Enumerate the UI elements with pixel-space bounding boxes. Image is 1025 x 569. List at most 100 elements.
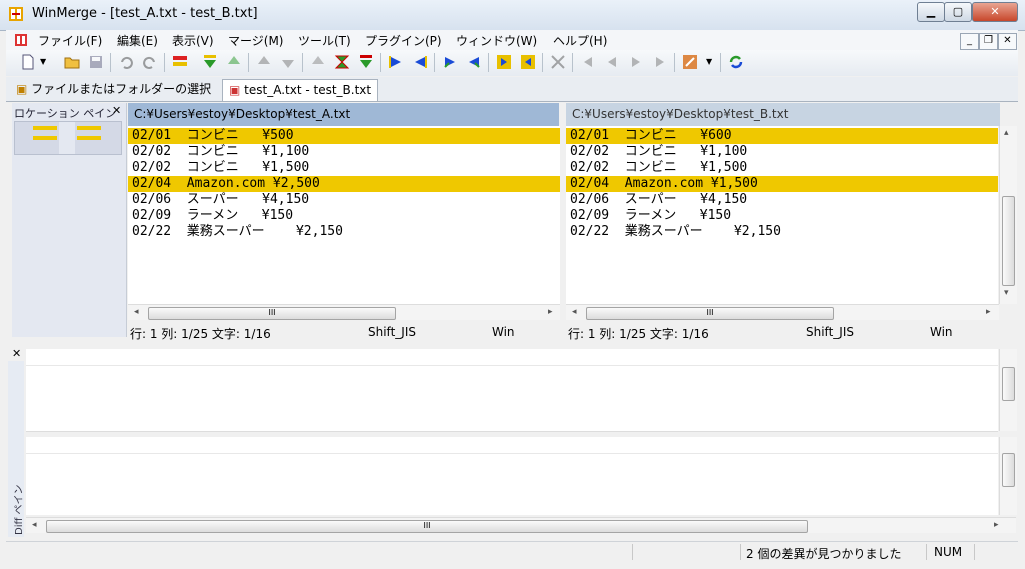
last-diff-icon[interactable] bbox=[280, 54, 296, 70]
scroll-right-icon[interactable]: ▸ bbox=[548, 307, 553, 317]
diff-line[interactable]: 02/04 Amazon.com ¥2,500 bbox=[128, 176, 560, 192]
menu-bar: ファイル(F) 編集(E) 表示(V) マージ(M) ツール(T) プラグイン(… bbox=[6, 30, 1018, 50]
menu-file[interactable]: ファイル(F) bbox=[38, 32, 102, 49]
diff-hscrollbar[interactable]: ◂ III ▸ bbox=[26, 517, 1016, 533]
diff-top-vscrollbar[interactable] bbox=[999, 349, 1017, 431]
diff-line[interactable]: 02/01 コンビニ ¥600 bbox=[566, 128, 998, 144]
diff-bottom-view[interactable] bbox=[26, 437, 998, 515]
options-dropdown-icon[interactable]: ▼ bbox=[706, 57, 712, 66]
next-difference-icon[interactable] bbox=[358, 54, 374, 70]
diff-bars-icon[interactable] bbox=[172, 54, 188, 70]
location-map[interactable] bbox=[14, 121, 122, 155]
diff-line[interactable]: 02/04 Amazon.com ¥1,500 bbox=[566, 176, 998, 192]
diff-pane-close-icon[interactable]: ✕ bbox=[12, 347, 21, 360]
text-line[interactable]: 02/02 コンビニ ¥1,500 bbox=[566, 160, 998, 176]
text-line[interactable]: 02/09 ラーメン ¥150 bbox=[128, 208, 560, 224]
winmerge-app-icon[interactable] bbox=[8, 6, 24, 22]
scroll-down-icon[interactable]: ▾ bbox=[1004, 288, 1009, 298]
menu-plugins[interactable]: プラグイン(P) bbox=[365, 32, 442, 49]
right-hscroll-thumb[interactable]: III bbox=[586, 307, 834, 320]
diff-line[interactable]: 02/01 コンビニ ¥500 bbox=[128, 128, 560, 144]
menu-tools[interactable]: ツール(T) bbox=[298, 32, 351, 49]
maximize-button[interactable]: ▢ bbox=[944, 2, 972, 22]
location-pane-close-icon[interactable]: ✕ bbox=[112, 104, 121, 117]
current-diff-icon[interactable] bbox=[334, 54, 350, 70]
map-right-diff-2 bbox=[77, 136, 101, 140]
right-text[interactable]: 02/01 コンビニ ¥600 02/02 コンビニ ¥1,100 02/02 コン… bbox=[566, 128, 998, 240]
left-text[interactable]: 02/01 コンビニ ¥500 02/02 コンビニ ¥1,100 02/02 コン… bbox=[128, 128, 560, 240]
redo-icon[interactable] bbox=[142, 54, 158, 70]
close-button[interactable]: ✕ bbox=[972, 2, 1018, 22]
save-icon[interactable] bbox=[88, 54, 104, 70]
diff-bottom-vscrollbar[interactable] bbox=[999, 437, 1017, 515]
undo-icon[interactable] bbox=[118, 54, 134, 70]
copy-all-right-icon[interactable] bbox=[496, 54, 512, 70]
text-line[interactable]: 02/09 ラーメン ¥150 bbox=[566, 208, 998, 224]
menu-view[interactable]: 表示(V) bbox=[172, 32, 214, 49]
scroll-left-icon[interactable]: ◂ bbox=[134, 307, 139, 317]
text-line[interactable]: 02/06 スーパー ¥4,150 bbox=[566, 192, 998, 208]
status-separator bbox=[926, 544, 927, 560]
scroll-left-icon[interactable]: ◂ bbox=[572, 307, 577, 317]
scroll-left-icon[interactable]: ◂ bbox=[32, 520, 37, 530]
menu-window[interactable]: ウィンドウ(W) bbox=[456, 32, 537, 49]
diff-top-view[interactable] bbox=[26, 349, 998, 432]
next-diff-down-icon[interactable] bbox=[202, 54, 218, 70]
left-editor[interactable]: 02/01 コンビニ ¥500 02/02 コンビニ ¥1,100 02/02 コン… bbox=[128, 126, 560, 304]
diff-hscroll-thumb[interactable]: III bbox=[46, 520, 808, 533]
first-diff-icon[interactable] bbox=[256, 54, 272, 70]
first-difference-icon[interactable] bbox=[310, 54, 326, 70]
scroll-up-icon[interactable]: ▴ bbox=[1004, 128, 1009, 138]
map-left-diff-1 bbox=[33, 126, 57, 130]
menu-merge[interactable]: マージ(M) bbox=[228, 32, 283, 49]
left-hscrollbar[interactable]: ◂ III ▸ bbox=[128, 304, 560, 320]
right-hscrollbar[interactable]: ◂ III ▸ bbox=[566, 304, 999, 320]
diff-bottom-line bbox=[26, 453, 998, 454]
new-dropdown-icon[interactable]: ▼ bbox=[40, 57, 46, 66]
right-status: 行: 1 列: 1/25 文字: 1/16 Shift_JIS Win bbox=[566, 322, 1018, 341]
new-icon[interactable] bbox=[20, 54, 36, 70]
open-folder-icon[interactable] bbox=[64, 54, 80, 70]
refresh-icon[interactable] bbox=[728, 54, 744, 70]
copy-left-icon[interactable] bbox=[412, 54, 428, 70]
text-line[interactable]: 02/06 スーパー ¥4,150 bbox=[128, 192, 560, 208]
prev-diff-up-icon[interactable] bbox=[226, 54, 242, 70]
left-eol-status: Win bbox=[492, 325, 515, 339]
text-line[interactable]: 02/02 コンビニ ¥1,100 bbox=[566, 144, 998, 160]
copy-right-advance-icon[interactable] bbox=[442, 54, 458, 70]
merge-icon[interactable] bbox=[550, 54, 566, 70]
left-status: 行: 1 列: 1/25 文字: 1/16 Shift_JIS Win bbox=[128, 322, 560, 341]
edit-options-icon[interactable] bbox=[682, 54, 698, 70]
right-editor[interactable]: 02/01 コンビニ ¥600 02/02 コンビニ ¥1,100 02/02 コン… bbox=[566, 126, 998, 304]
diff-top-vscroll-thumb[interactable] bbox=[1002, 367, 1015, 401]
move-left-2-icon[interactable] bbox=[604, 54, 620, 70]
scroll-right-icon[interactable]: ▸ bbox=[994, 520, 999, 530]
diff-bottom-vscroll-thumb[interactable] bbox=[1002, 453, 1015, 487]
mdi-minimize-button[interactable]: _ bbox=[960, 33, 979, 50]
copy-left-advance-icon[interactable] bbox=[466, 54, 482, 70]
text-line[interactable]: 02/02 コンビニ ¥1,100 bbox=[128, 144, 560, 160]
copy-all-left-icon[interactable] bbox=[520, 54, 536, 70]
menu-help[interactable]: ヘルプ(H) bbox=[553, 32, 607, 49]
move-right-2-icon[interactable] bbox=[652, 54, 668, 70]
tab-compare[interactable]: ▣ test_A.txt - test_B.txt bbox=[222, 79, 379, 101]
map-viewport bbox=[59, 122, 75, 154]
move-right-icon[interactable] bbox=[628, 54, 644, 70]
right-vscrollbar[interactable]: ▴ ▾ bbox=[999, 126, 1017, 304]
mdi-close-button[interactable]: ✕ bbox=[998, 33, 1017, 50]
tab-bar: ▣ ファイルまたはフォルダーの選択 ▣ test_A.txt - test_B.… bbox=[6, 77, 1018, 102]
minimize-button[interactable]: ▁ bbox=[917, 2, 945, 22]
right-vscroll-thumb[interactable] bbox=[1002, 196, 1015, 286]
right-encoding-status: Shift_JIS bbox=[806, 325, 854, 339]
copy-right-icon[interactable] bbox=[388, 54, 404, 70]
text-line[interactable]: 02/02 コンビニ ¥1,500 bbox=[128, 160, 560, 176]
text-line[interactable]: 02/22 業務スーパー ¥2,150 bbox=[566, 224, 998, 240]
menu-edit[interactable]: 編集(E) bbox=[117, 32, 158, 49]
move-left-icon[interactable] bbox=[580, 54, 596, 70]
mdi-restore-button[interactable]: ❐ bbox=[979, 33, 998, 50]
tab-select-files[interactable]: ▣ ファイルまたはフォルダーの選択 bbox=[10, 79, 217, 100]
scroll-right-icon[interactable]: ▸ bbox=[986, 307, 991, 317]
text-line[interactable]: 02/22 業務スーパー ¥2,150 bbox=[128, 224, 560, 240]
left-hscroll-thumb[interactable]: III bbox=[148, 307, 396, 320]
location-pane: ロケーション ペイン ✕ bbox=[12, 103, 127, 337]
